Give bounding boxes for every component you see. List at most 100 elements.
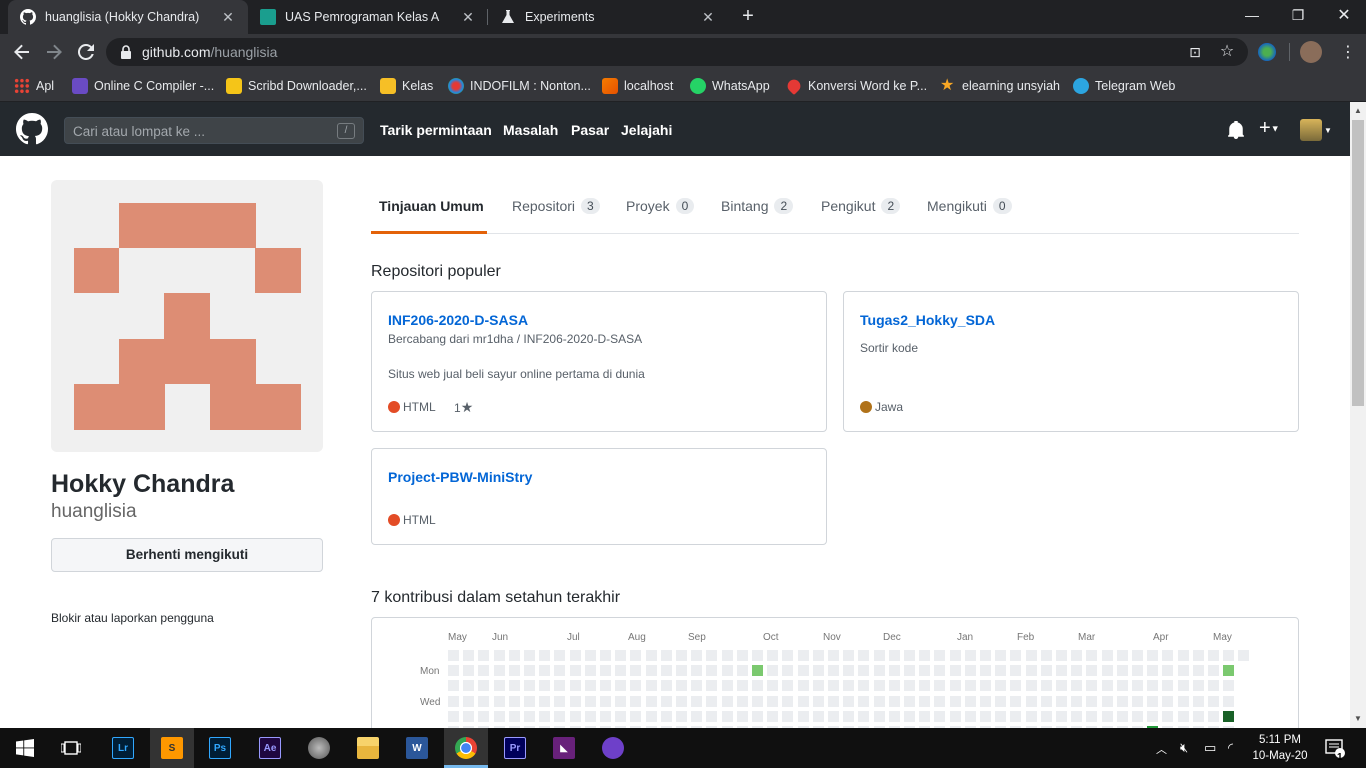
contribution-day-cell[interactable] [767, 650, 779, 661]
contribution-day-cell[interactable] [934, 710, 946, 722]
contribution-day-cell[interactable] [676, 710, 687, 722]
contribution-day-cell[interactable] [478, 695, 490, 707]
contribution-day-cell[interactable] [782, 650, 794, 661]
contribution-day-cell[interactable] [645, 650, 657, 661]
contribution-day-cell[interactable] [539, 650, 551, 661]
contribution-day-cell[interactable] [964, 710, 976, 722]
taskbar-clock[interactable]: 5:11 PM 10-May-20 [1250, 732, 1310, 764]
bookmark-star-icon[interactable]: ☆ [1218, 44, 1236, 60]
contribution-day-cell[interactable] [858, 650, 870, 661]
contribution-day-cell[interactable] [1040, 680, 1052, 692]
contribution-day-cell[interactable] [843, 695, 855, 707]
contribution-day-cell[interactable] [721, 710, 733, 722]
contribution-day-cell[interactable] [980, 695, 991, 707]
contribution-day-cell[interactable] [676, 665, 687, 677]
contribution-day-cell[interactable] [1132, 710, 1143, 722]
contribution-day-cell[interactable] [980, 650, 991, 661]
sublime-text-icon[interactable]: S [157, 734, 187, 762]
page-scrollbar[interactable]: ▲ ▼ [1350, 102, 1366, 728]
tab-repositories[interactable]: Repositori 3 [512, 198, 600, 214]
contribution-day-cell[interactable] [645, 665, 657, 677]
contribution-day-cell[interactable] [1223, 695, 1235, 707]
contribution-day-cell[interactable] [995, 680, 1007, 692]
bookmark-telegram[interactable]: Telegram Web [1073, 76, 1175, 96]
contribution-day-cell[interactable] [1101, 650, 1113, 661]
contribution-day-cell[interactable] [980, 680, 991, 692]
contribution-day-cell[interactable] [934, 650, 946, 661]
battery-icon[interactable]: ▭ [1204, 740, 1216, 756]
contribution-day-cell[interactable] [782, 710, 794, 722]
nav-explore[interactable]: Jelajahi [621, 122, 672, 138]
contribution-day-cell[interactable] [478, 710, 490, 722]
new-tab-icon[interactable]: + [738, 5, 758, 28]
contribution-day-cell[interactable] [508, 680, 520, 692]
contribution-day-cell[interactable] [964, 695, 976, 707]
contribution-day-cell[interactable] [904, 710, 915, 722]
contribution-day-cell[interactable] [797, 650, 809, 661]
contribution-day-cell[interactable] [949, 710, 961, 722]
contribution-day-cell[interactable] [1162, 695, 1174, 707]
contribution-day-cell[interactable] [524, 695, 535, 707]
contribution-day-cell[interactable] [1116, 650, 1128, 661]
contribution-day-cell[interactable] [660, 650, 672, 661]
contribution-day-cell[interactable] [524, 650, 535, 661]
bookmark-konversi[interactable]: Konversi Word ke P... [784, 76, 927, 96]
bookmark-scribd[interactable]: Scribd Downloader,... [226, 76, 367, 96]
unfollow-button[interactable]: Berhenti mengikuti [51, 538, 323, 572]
contribution-day-cell[interactable] [1116, 695, 1128, 707]
contribution-day-cell[interactable] [1056, 710, 1067, 722]
contribution-day-cell[interactable] [660, 695, 672, 707]
contribution-day-cell[interactable] [1132, 650, 1143, 661]
contribution-day-cell[interactable] [767, 710, 779, 722]
contribution-day-cell[interactable] [1056, 665, 1067, 677]
contribution-day-cell[interactable] [721, 695, 733, 707]
contribution-day-cell[interactable] [448, 650, 459, 661]
contribution-day-cell[interactable] [721, 680, 733, 692]
contribution-day-cell[interactable] [828, 650, 839, 661]
github-desktop-icon[interactable] [598, 734, 628, 762]
file-explorer-icon[interactable] [353, 734, 383, 762]
contribution-day-cell[interactable] [1192, 650, 1204, 661]
contribution-day-cell[interactable] [615, 650, 627, 661]
contribution-day-cell[interactable] [615, 665, 627, 677]
contribution-day-cell[interactable] [721, 665, 733, 677]
repo-name-link[interactable]: INF206-2020-D-SASA [388, 312, 528, 328]
contribution-day-cell[interactable] [736, 665, 748, 677]
contribution-day-cell[interactable] [463, 710, 475, 722]
contribution-day-cell[interactable] [660, 710, 672, 722]
contribution-day-cell[interactable] [448, 710, 459, 722]
contribution-day-cell[interactable] [858, 680, 870, 692]
contribution-day-cell[interactable] [1040, 665, 1052, 677]
word-icon[interactable]: W [402, 734, 432, 762]
tab-following[interactable]: Mengikuti 0 [927, 198, 1012, 214]
chrome-icon[interactable] [451, 734, 481, 762]
contribution-day-cell[interactable] [1116, 665, 1128, 677]
contribution-day-cell[interactable] [812, 695, 824, 707]
contribution-day-cell[interactable] [752, 680, 763, 692]
contribution-day-cell[interactable] [873, 680, 885, 692]
contribution-day-cell[interactable] [752, 710, 763, 722]
contribution-day-cell[interactable] [919, 710, 931, 722]
nav-issues[interactable]: Masalah [503, 122, 558, 138]
contribution-day-cell[interactable] [995, 650, 1007, 661]
contribution-day-cell[interactable] [645, 710, 657, 722]
repo-stars[interactable]: 1 ★ [454, 399, 473, 416]
tab-uas[interactable]: UAS Pemrograman Kelas A ✕ [248, 0, 488, 34]
contribution-day-cell[interactable] [888, 710, 900, 722]
contribution-day-cell[interactable] [645, 695, 657, 707]
contribution-day-cell[interactable] [888, 665, 900, 677]
contribution-day-cell[interactable] [630, 650, 642, 661]
tab-experiments[interactable]: Experiments ✕ [488, 0, 728, 34]
contribution-day-cell[interactable] [493, 695, 505, 707]
nav-pull-requests[interactable]: Tarik permintaan [380, 122, 492, 138]
contribution-day-cell[interactable] [539, 710, 551, 722]
minimize-icon[interactable]: — [1229, 0, 1275, 30]
contribution-day-cell[interactable] [584, 650, 596, 661]
contribution-day-cell[interactable] [630, 695, 642, 707]
contribution-day-cell[interactable] [706, 680, 718, 692]
contribution-day-cell[interactable] [1010, 710, 1022, 722]
contribution-day-cell[interactable] [1101, 695, 1113, 707]
contribution-day-cell[interactable] [706, 710, 718, 722]
contribution-day-cell[interactable] [888, 680, 900, 692]
scroll-up-icon[interactable]: ▲ [1354, 106, 1362, 115]
